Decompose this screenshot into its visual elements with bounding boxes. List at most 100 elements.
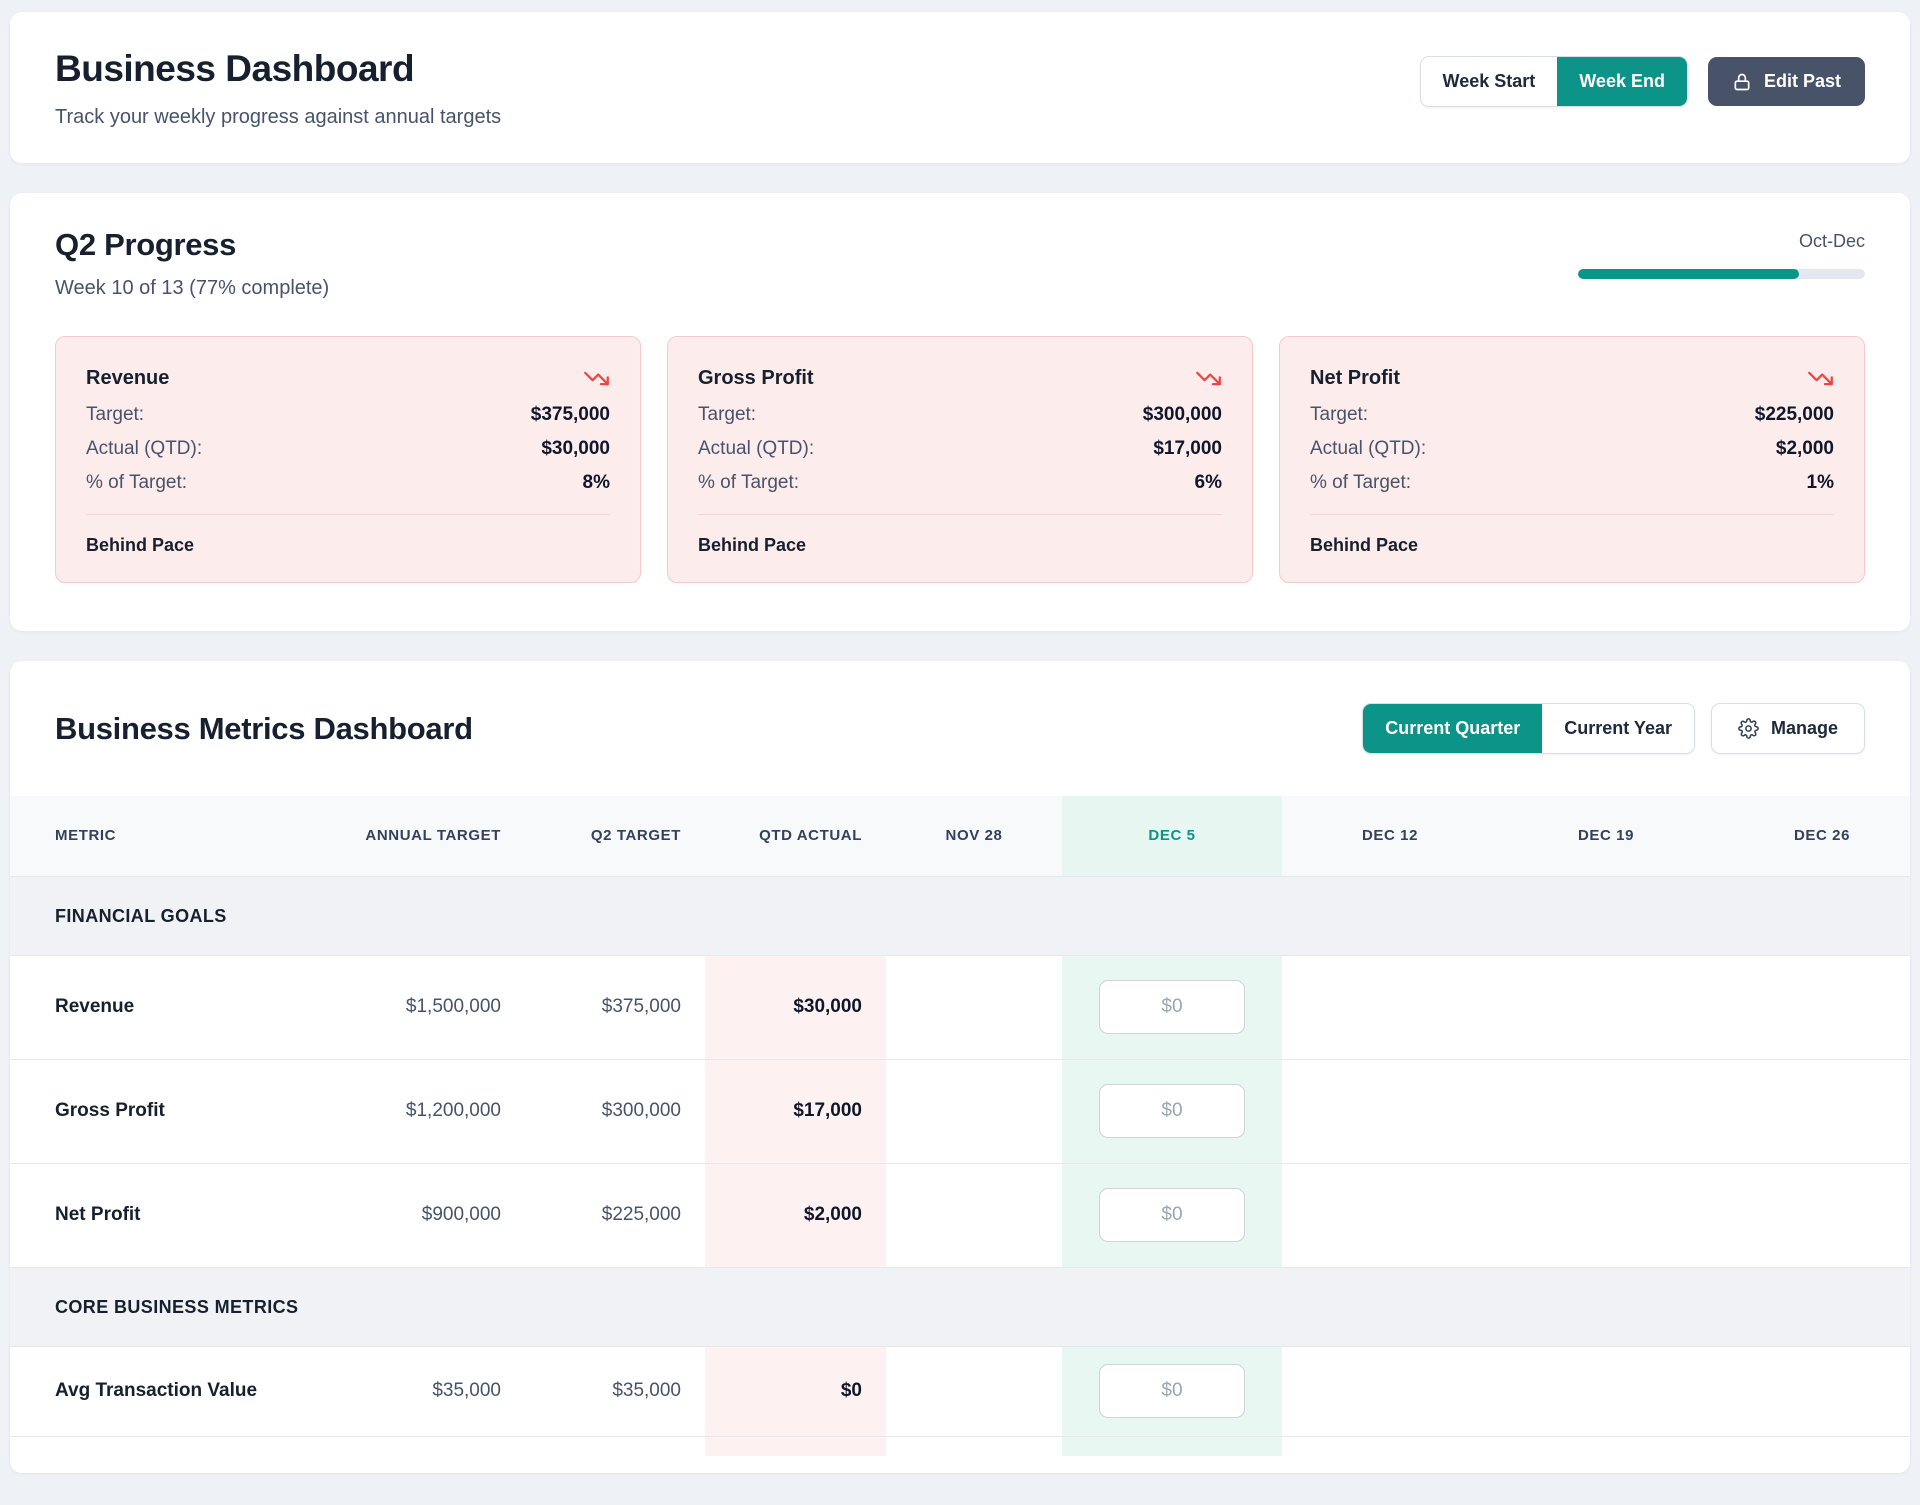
pace-status-badge: Behind Pace xyxy=(698,514,1222,556)
manage-button[interactable]: Manage xyxy=(1711,703,1865,754)
week-start-button[interactable]: Week Start xyxy=(1421,57,1558,106)
actual-value: $17,000 xyxy=(1153,438,1222,460)
col-header-metric: Metric xyxy=(10,796,340,876)
metrics-title: Business Metrics Dashboard xyxy=(55,711,473,747)
target-label: Target: xyxy=(86,404,144,426)
nov-28-cell xyxy=(886,1346,1062,1436)
col-header-dec-26: Dec 26 xyxy=(1714,796,1910,876)
percent-label: % of Target: xyxy=(698,472,799,494)
table-row-net-profit: Net Profit $900,000 $225,000 $2,000 xyxy=(10,1163,1910,1267)
dec-12-cell xyxy=(1282,1059,1498,1163)
actual-value: $30,000 xyxy=(541,438,610,460)
week-end-button[interactable]: Week End xyxy=(1557,57,1687,106)
kpi-card-gross-profit: Gross Profit Target:$300,000 Actual (QTD… xyxy=(667,336,1253,583)
q2-progress-subtitle: Week 10 of 13 (77% complete) xyxy=(55,277,329,300)
target-label: Target: xyxy=(698,404,756,426)
edit-past-button[interactable]: Edit Past xyxy=(1708,57,1865,106)
metrics-table: Metric Annual Target Q2 Target QTD Actua… xyxy=(10,796,1910,1456)
dec-5-value-input[interactable] xyxy=(1099,980,1245,1034)
table-row-partial xyxy=(10,1436,1910,1456)
current-year-button[interactable]: Current Year xyxy=(1542,704,1694,753)
target-value: $300,000 xyxy=(1143,404,1222,426)
annual-target-value: $900,000 xyxy=(340,1163,525,1267)
dec-26-cell xyxy=(1714,955,1910,1059)
q2-progress-meta: Oct-Dec xyxy=(1578,231,1865,279)
qtd-actual-value: $30,000 xyxy=(705,955,886,1059)
dec-26-cell xyxy=(1714,1059,1910,1163)
q2-progress-section: Q2 Progress Week 10 of 13 (77% complete)… xyxy=(10,193,1910,631)
metric-name: Gross Profit xyxy=(10,1059,340,1163)
dec-5-cell xyxy=(1062,1163,1282,1267)
q2-target-value: $35,000 xyxy=(525,1346,705,1436)
qtd-actual-value: $2,000 xyxy=(705,1163,886,1267)
col-header-dec-12: Dec 12 xyxy=(1282,796,1498,876)
kpi-name: Revenue xyxy=(86,367,169,390)
quarter-progress-bar xyxy=(1578,269,1865,279)
business-metrics-section: Business Metrics Dashboard Current Quart… xyxy=(10,661,1910,1473)
percent-label: % of Target: xyxy=(86,472,187,494)
period-label: Oct-Dec xyxy=(1799,231,1865,252)
q2-progress-title: Q2 Progress xyxy=(55,227,329,263)
qtd-actual-cell xyxy=(705,1436,886,1456)
kpi-card-grid: Revenue Target:$375,000 Actual (QTD):$30… xyxy=(55,336,1865,583)
trending-down-icon xyxy=(583,365,610,392)
dec-5-value-input[interactable] xyxy=(1099,1364,1245,1418)
dec-19-cell xyxy=(1498,1059,1714,1163)
kpi-card-net-profit: Net Profit Target:$225,000 Actual (QTD):… xyxy=(1279,336,1865,583)
table-row-revenue: Revenue $1,500,000 $375,000 $30,000 xyxy=(10,955,1910,1059)
col-header-q2-target: Q2 Target xyxy=(525,796,705,876)
annual-target-value: $1,200,000 xyxy=(340,1059,525,1163)
q2-target-value: $300,000 xyxy=(525,1059,705,1163)
target-value: $375,000 xyxy=(531,404,610,426)
section-label: Core Business Metrics xyxy=(10,1267,1910,1346)
q2-target-value: $225,000 xyxy=(525,1163,705,1267)
edit-past-label: Edit Past xyxy=(1764,71,1841,92)
dec-12-cell xyxy=(1282,1346,1498,1436)
section-row-core-business-metrics: Core Business Metrics xyxy=(10,1267,1910,1346)
nov-28-cell xyxy=(886,1059,1062,1163)
annual-target-value: $35,000 xyxy=(340,1346,525,1436)
qtd-actual-value: $0 xyxy=(705,1346,886,1436)
q2-target-value: $375,000 xyxy=(525,955,705,1059)
percent-value: 8% xyxy=(583,472,610,494)
dec-12-cell xyxy=(1282,955,1498,1059)
col-header-annual-target: Annual Target xyxy=(340,796,525,876)
metric-name: Avg Transaction Value xyxy=(10,1346,340,1436)
page-title: Business Dashboard xyxy=(55,48,501,90)
metrics-actions: Current Quarter Current Year Manage xyxy=(1362,703,1865,754)
dec-12-cell xyxy=(1282,1163,1498,1267)
dec-5-cell xyxy=(1062,1059,1282,1163)
actual-value: $2,000 xyxy=(1776,438,1834,460)
pace-status-badge: Behind Pace xyxy=(86,514,610,556)
header-actions: Week Start Week End Edit Past xyxy=(1420,56,1865,107)
dec-5-value-input[interactable] xyxy=(1099,1084,1245,1138)
week-boundary-toggle: Week Start Week End xyxy=(1420,56,1688,107)
current-quarter-button[interactable]: Current Quarter xyxy=(1363,704,1542,753)
col-header-qtd-actual: QTD Actual xyxy=(705,796,886,876)
q2-progress-titles: Q2 Progress Week 10 of 13 (77% complete) xyxy=(55,227,329,300)
dec-5-value-input[interactable] xyxy=(1099,1188,1245,1242)
dec-26-cell xyxy=(1714,1346,1910,1436)
pace-status-badge: Behind Pace xyxy=(1310,514,1834,556)
period-view-toggle: Current Quarter Current Year xyxy=(1362,703,1695,754)
qtd-actual-value: $17,000 xyxy=(705,1059,886,1163)
dec-5-cell xyxy=(1062,1346,1282,1436)
dec-19-cell xyxy=(1498,1346,1714,1436)
percent-label: % of Target: xyxy=(1310,472,1411,494)
nov-28-cell xyxy=(886,1163,1062,1267)
percent-value: 1% xyxy=(1807,472,1834,494)
trending-down-icon xyxy=(1807,365,1834,392)
kpi-card-revenue: Revenue Target:$375,000 Actual (QTD):$30… xyxy=(55,336,641,583)
section-row-financial-goals: Financial Goals xyxy=(10,876,1910,955)
dec-26-cell xyxy=(1714,1163,1910,1267)
table-row-gross-profit: Gross Profit $1,200,000 $300,000 $17,000 xyxy=(10,1059,1910,1163)
q2-progress-header: Q2 Progress Week 10 of 13 (77% complete)… xyxy=(55,227,1865,300)
dec-19-cell xyxy=(1498,955,1714,1059)
nov-28-cell xyxy=(886,955,1062,1059)
metric-name: Net Profit xyxy=(10,1163,340,1267)
page-subtitle: Track your weekly progress against annua… xyxy=(55,106,501,129)
table-row-avg-transaction-value: Avg Transaction Value $35,000 $35,000 $0 xyxy=(10,1346,1910,1436)
kpi-name: Gross Profit xyxy=(698,367,814,390)
annual-target-value: $1,500,000 xyxy=(340,955,525,1059)
percent-value: 6% xyxy=(1195,472,1222,494)
